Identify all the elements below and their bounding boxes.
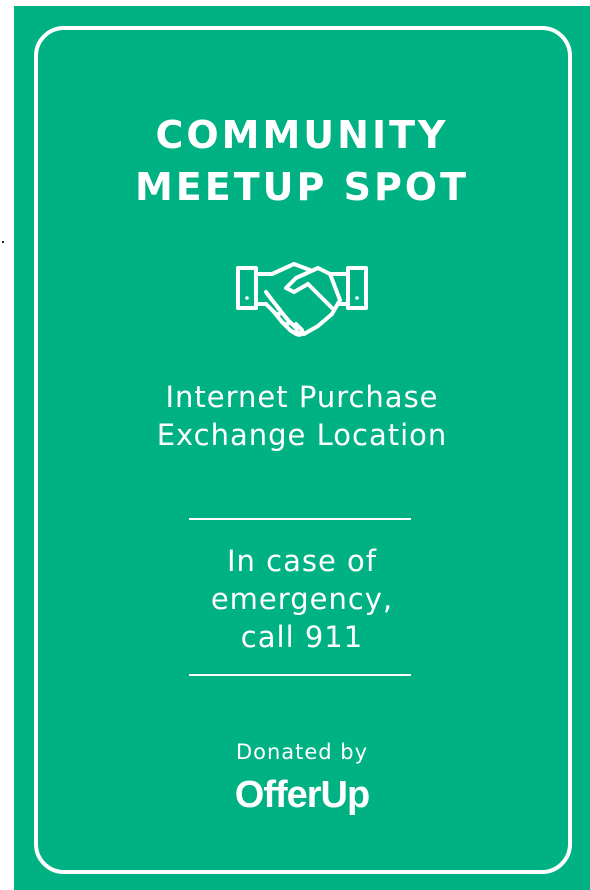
divider-bottom <box>189 674 411 676</box>
emergency-line-2: emergency, <box>210 582 394 616</box>
emergency-line-1: In case of <box>227 544 377 578</box>
emergency-text: In case of emergency, call 911 <box>14 542 590 656</box>
emergency-line-3: call 911 <box>240 620 364 654</box>
location-line-2: Exchange Location <box>156 418 448 452</box>
donated-by-label: Donated by <box>235 740 369 764</box>
sign-title: COMMUNITY MEETUP SPOT <box>14 109 590 213</box>
handshake-icon <box>236 262 368 337</box>
divider-top <box>189 518 411 520</box>
title-line-1: COMMUNITY <box>155 113 449 157</box>
location-text: Internet Purchase Exchange Location <box>14 378 590 454</box>
stray-mark <box>2 241 4 243</box>
meetup-sign: COMMUNITY MEETUP SPOT Internet Purchase … <box>14 6 590 890</box>
location-line-1: Internet Purchase <box>165 380 439 414</box>
title-line-2: MEETUP SPOT <box>134 165 470 209</box>
offerup-logo: OfferUp <box>234 774 370 816</box>
